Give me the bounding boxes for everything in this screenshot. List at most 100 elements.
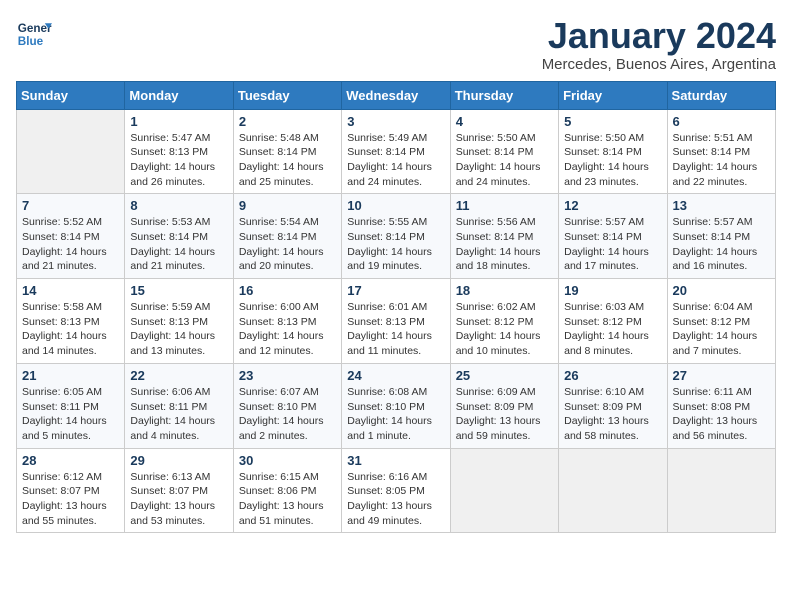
day-number: 15 [130, 283, 227, 298]
day-info: Sunrise: 5:49 AM Sunset: 8:14 PM Dayligh… [347, 131, 444, 190]
calendar-cell: 29Sunrise: 6:13 AM Sunset: 8:07 PM Dayli… [125, 448, 233, 533]
calendar-cell: 9 Sunrise: 5:54 AM Sunset: 8:14 PM Daylig… [233, 194, 341, 279]
day-info: Sunrise: 6:07 AM Sunset: 8:10 PM Dayligh… [239, 385, 336, 444]
calendar-cell [559, 448, 667, 533]
day-info: Sunrise: 6:02 AM Sunset: 8:12 PM Dayligh… [456, 300, 553, 359]
day-info: Sunrise: 6:03 AM Sunset: 8:12 PM Dayligh… [564, 300, 661, 359]
day-info: Sunrise: 5:54 AM Sunset: 8:14 PM Dayligh… [239, 215, 336, 274]
week-row-4: 21Sunrise: 6:05 AM Sunset: 8:11 PM Dayli… [17, 363, 776, 448]
day-number: 31 [347, 453, 444, 468]
day-info: Sunrise: 5:51 AM Sunset: 8:14 PM Dayligh… [673, 131, 770, 190]
day-number: 9 [239, 198, 336, 213]
calendar-cell: 24 Sunrise: 6:08 AM Sunset: 8:10 PM Dayli… [342, 363, 450, 448]
calendar-cell: 8Sunrise: 5:53 AM Sunset: 8:14 PM Daylig… [125, 194, 233, 279]
weekday-header-friday: Friday [559, 81, 667, 109]
day-info: Sunrise: 6:06 AM Sunset: 8:11 PM Dayligh… [130, 385, 227, 444]
day-info: Sunrise: 6:11 AM Sunset: 8:08 PM Dayligh… [673, 385, 770, 444]
calendar-cell: 2 Sunrise: 5:48 AM Sunset: 8:14 PM Daylig… [233, 109, 341, 194]
calendar-cell: 31 Sunrise: 6:16 AM Sunset: 8:05 PM Dayli… [342, 448, 450, 533]
day-info: Sunrise: 5:50 AM Sunset: 8:14 PM Dayligh… [564, 131, 661, 190]
day-number: 23 [239, 368, 336, 383]
calendar-cell [667, 448, 775, 533]
calendar-cell: 18 Sunrise: 6:02 AM Sunset: 8:12 PM Dayli… [450, 279, 558, 364]
day-info: Sunrise: 5:59 AM Sunset: 8:13 PM Dayligh… [130, 300, 227, 359]
day-info: Sunrise: 6:15 AM Sunset: 8:06 PM Dayligh… [239, 470, 336, 529]
calendar-cell: 3 Sunrise: 5:49 AM Sunset: 8:14 PM Daylig… [342, 109, 450, 194]
month-title: January 2024 [542, 16, 776, 56]
day-info: Sunrise: 6:05 AM Sunset: 8:11 PM Dayligh… [22, 385, 119, 444]
day-number: 18 [456, 283, 553, 298]
location: Mercedes, Buenos Aires, Argentina [542, 56, 776, 73]
day-info: Sunrise: 5:48 AM Sunset: 8:14 PM Dayligh… [239, 131, 336, 190]
calendar-cell: 11Sunrise: 5:56 AM Sunset: 8:14 PM Dayli… [450, 194, 558, 279]
day-info: Sunrise: 5:56 AM Sunset: 8:14 PM Dayligh… [456, 215, 553, 274]
calendar-cell: 20 Sunrise: 6:04 AM Sunset: 8:12 PM Dayli… [667, 279, 775, 364]
day-info: Sunrise: 6:00 AM Sunset: 8:13 PM Dayligh… [239, 300, 336, 359]
calendar-cell [17, 109, 125, 194]
calendar-cell: 12Sunrise: 5:57 AM Sunset: 8:14 PM Dayli… [559, 194, 667, 279]
calendar-cell: 13Sunrise: 5:57 AM Sunset: 8:14 PM Dayli… [667, 194, 775, 279]
week-row-5: 28 Sunrise: 6:12 AM Sunset: 8:07 PM Dayli… [17, 448, 776, 533]
calendar-cell: 4 Sunrise: 5:50 AM Sunset: 8:14 PM Daylig… [450, 109, 558, 194]
day-info: Sunrise: 6:08 AM Sunset: 8:10 PM Dayligh… [347, 385, 444, 444]
calendar-cell: 10Sunrise: 5:55 AM Sunset: 8:14 PM Dayli… [342, 194, 450, 279]
calendar-cell: 15 Sunrise: 5:59 AM Sunset: 8:13 PM Dayli… [125, 279, 233, 364]
day-number: 20 [673, 283, 770, 298]
calendar-cell: 17 Sunrise: 6:01 AM Sunset: 8:13 PM Dayli… [342, 279, 450, 364]
day-number: 28 [22, 453, 119, 468]
day-number: 7 [22, 198, 119, 213]
calendar-cell [450, 448, 558, 533]
day-info: Sunrise: 5:50 AM Sunset: 8:14 PM Dayligh… [456, 131, 553, 190]
day-number: 14 [22, 283, 119, 298]
day-number: 8 [130, 198, 227, 213]
day-info: Sunrise: 6:09 AM Sunset: 8:09 PM Dayligh… [456, 385, 553, 444]
day-info: Sunrise: 6:12 AM Sunset: 8:07 PM Dayligh… [22, 470, 119, 529]
weekday-header-saturday: Saturday [667, 81, 775, 109]
calendar-cell: 7 Sunrise: 5:52 AM Sunset: 8:14 PM Daylig… [17, 194, 125, 279]
calendar-cell: 25Sunrise: 6:09 AM Sunset: 8:09 PM Dayli… [450, 363, 558, 448]
day-info: Sunrise: 5:57 AM Sunset: 8:14 PM Dayligh… [564, 215, 661, 274]
weekday-header-monday: Monday [125, 81, 233, 109]
svg-text:Blue: Blue [18, 35, 44, 48]
calendar-cell: 28 Sunrise: 6:12 AM Sunset: 8:07 PM Dayli… [17, 448, 125, 533]
calendar-cell: 26Sunrise: 6:10 AM Sunset: 8:09 PM Dayli… [559, 363, 667, 448]
page-header: General Blue January 2024 Mercedes, Buen… [16, 16, 776, 73]
week-row-2: 7 Sunrise: 5:52 AM Sunset: 8:14 PM Daylig… [17, 194, 776, 279]
calendar-cell: 6 Sunrise: 5:51 AM Sunset: 8:14 PM Daylig… [667, 109, 775, 194]
day-number: 5 [564, 114, 661, 129]
day-number: 13 [673, 198, 770, 213]
weekday-header-row: SundayMondayTuesdayWednesdayThursdayFrid… [17, 81, 776, 109]
day-number: 2 [239, 114, 336, 129]
day-number: 30 [239, 453, 336, 468]
weekday-header-tuesday: Tuesday [233, 81, 341, 109]
day-info: Sunrise: 6:01 AM Sunset: 8:13 PM Dayligh… [347, 300, 444, 359]
day-number: 24 [347, 368, 444, 383]
weekday-header-thursday: Thursday [450, 81, 558, 109]
calendar-cell: 14 Sunrise: 5:58 AM Sunset: 8:13 PM Dayli… [17, 279, 125, 364]
calendar-cell: 1Sunrise: 5:47 AM Sunset: 8:13 PM Daylig… [125, 109, 233, 194]
day-number: 22 [130, 368, 227, 383]
calendar-cell: 30 Sunrise: 6:15 AM Sunset: 8:06 PM Dayli… [233, 448, 341, 533]
day-info: Sunrise: 6:16 AM Sunset: 8:05 PM Dayligh… [347, 470, 444, 529]
weekday-header-sunday: Sunday [17, 81, 125, 109]
day-number: 19 [564, 283, 661, 298]
day-info: Sunrise: 5:47 AM Sunset: 8:13 PM Dayligh… [130, 131, 227, 190]
day-info: Sunrise: 5:58 AM Sunset: 8:13 PM Dayligh… [22, 300, 119, 359]
day-number: 17 [347, 283, 444, 298]
calendar-cell: 27Sunrise: 6:11 AM Sunset: 8:08 PM Dayli… [667, 363, 775, 448]
day-number: 4 [456, 114, 553, 129]
logo-icon: General Blue [16, 16, 52, 52]
weekday-header-wednesday: Wednesday [342, 81, 450, 109]
day-number: 29 [130, 453, 227, 468]
day-number: 3 [347, 114, 444, 129]
day-info: Sunrise: 6:04 AM Sunset: 8:12 PM Dayligh… [673, 300, 770, 359]
day-number: 6 [673, 114, 770, 129]
day-info: Sunrise: 6:10 AM Sunset: 8:09 PM Dayligh… [564, 385, 661, 444]
logo: General Blue [16, 16, 52, 52]
title-block: January 2024 Mercedes, Buenos Aires, Arg… [542, 16, 776, 73]
calendar-cell: 23 Sunrise: 6:07 AM Sunset: 8:10 PM Dayli… [233, 363, 341, 448]
day-info: Sunrise: 5:55 AM Sunset: 8:14 PM Dayligh… [347, 215, 444, 274]
calendar-cell: 19 Sunrise: 6:03 AM Sunset: 8:12 PM Dayli… [559, 279, 667, 364]
day-info: Sunrise: 5:52 AM Sunset: 8:14 PM Dayligh… [22, 215, 119, 274]
calendar-cell: 22 Sunrise: 6:06 AM Sunset: 8:11 PM Dayli… [125, 363, 233, 448]
